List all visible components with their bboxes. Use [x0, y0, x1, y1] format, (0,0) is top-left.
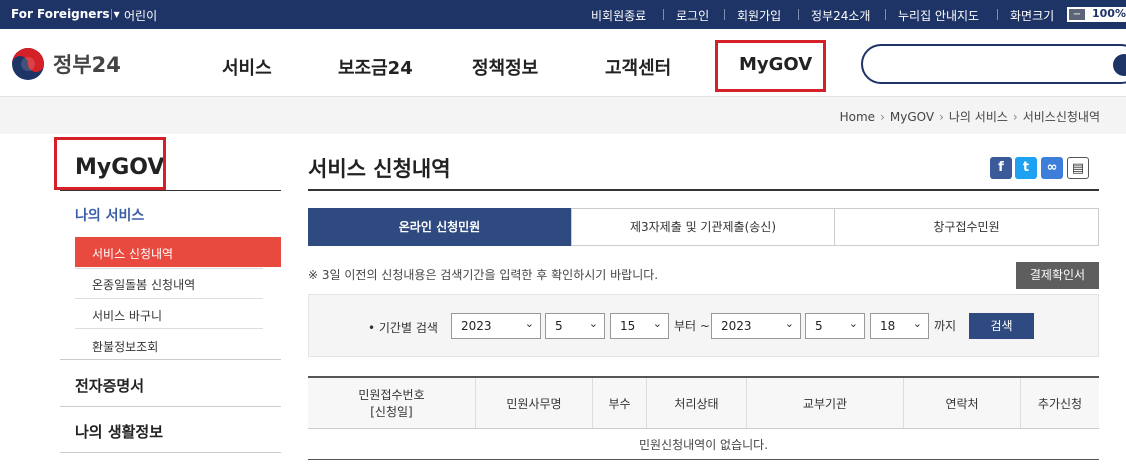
table-bottom-border — [308, 459, 1099, 460]
search-input[interactable] — [861, 44, 1126, 84]
divider — [111, 9, 112, 20]
divider — [75, 268, 263, 269]
breadcrumb-current: 서비스신청내역 — [1022, 110, 1100, 124]
screen-size-label: 화면크기 — [1010, 9, 1055, 23]
divider — [60, 190, 281, 191]
col-receipt-no-label: 민원접수번호 — [358, 388, 425, 402]
breadcrumb-band: Home › MyGOV › 나의 서비스 › 서비스신청내역 — [0, 97, 1126, 134]
top-utility-bar: For Foreigners ▾ 어린이 비회원종료 로그인 회원가입 정부24… — [0, 0, 1126, 29]
signup-link[interactable]: 회원가입 — [737, 7, 781, 24]
to-suffix: 까지 — [934, 319, 957, 333]
zoom-value: 100% — [1092, 7, 1126, 20]
sidebar-item-e-certificate[interactable]: 전자증명서 — [75, 375, 144, 396]
chevron-down-icon: ⌄ — [524, 317, 534, 330]
to-month-select[interactable]: 5 ⌄ — [805, 313, 865, 339]
nav-subsidy[interactable]: 보조금24 — [338, 54, 413, 80]
tab-counter-application[interactable]: 창구접수민원 — [834, 208, 1099, 246]
nav-services[interactable]: 서비스 — [222, 54, 272, 80]
logo-text[interactable]: 정부24 — [53, 49, 121, 79]
col-receipt-no: 민원접수번호 [신청일] — [308, 378, 476, 428]
divider — [663, 9, 664, 20]
divider — [75, 298, 263, 299]
period-search-label: • 기간별 검색 — [368, 321, 438, 335]
divider — [60, 359, 281, 360]
link-icon[interactable]: ∞ — [1041, 157, 1063, 179]
facebook-icon[interactable]: f — [990, 157, 1012, 179]
chevron-down-icon: ⌄ — [784, 317, 794, 330]
to-day-value: 18 — [880, 319, 896, 333]
divider — [724, 9, 725, 20]
col-contact: 연락처 — [904, 378, 1021, 428]
about-link[interactable]: 정부24소개 — [811, 7, 870, 24]
sitemap-link[interactable]: 누리집 안내지도 — [898, 7, 979, 24]
divider — [997, 9, 998, 20]
from-month-value: 5 — [555, 319, 563, 333]
divider — [885, 9, 886, 20]
divider — [308, 189, 1099, 191]
search-button[interactable]: 검색 — [969, 313, 1034, 339]
from-day-value: 15 — [620, 319, 636, 333]
breadcrumb-my-service[interactable]: 나의 서비스 — [949, 108, 1008, 125]
col-service-name: 민원사무명 — [476, 378, 593, 428]
to-month-value: 5 — [815, 319, 823, 333]
breadcrumb: Home › MyGOV › 나의 서비스 › 서비스신청내역 — [840, 108, 1100, 125]
kids-link[interactable]: 어린이 — [124, 7, 157, 24]
to-day-select[interactable]: 18 ⌄ — [870, 313, 929, 339]
sidebar-item-refund[interactable]: 환불정보조회 — [75, 338, 158, 355]
chevron-right-icon: › — [939, 110, 944, 124]
to-year-value: 2023 — [721, 319, 752, 333]
divider — [75, 328, 263, 329]
chevron-right-icon: › — [880, 110, 885, 124]
empty-message: 민원신청내역이 없습니다. — [638, 438, 769, 452]
tab-third-party-submission[interactable]: 제3자제출 및 기관제출(송신) — [571, 208, 835, 246]
from-year-select[interactable]: 2023 ⌄ — [451, 313, 541, 339]
print-icon[interactable]: ▤ — [1067, 157, 1089, 179]
chevron-right-icon: › — [1012, 110, 1018, 124]
from-suffix: 부터 ~ — [674, 319, 710, 333]
col-copies: 부수 — [593, 378, 647, 428]
chevron-down-icon: ⌄ — [848, 317, 858, 330]
divider — [60, 452, 281, 453]
logout-nonmember-link[interactable]: 비회원종료 — [591, 7, 646, 24]
payment-confirmation-button[interactable]: 결제확인서 — [1016, 262, 1099, 289]
col-apply-date-label: [신청일] — [370, 405, 413, 419]
tab-online-application[interactable]: 온라인 신청민원 — [308, 208, 571, 246]
nav-policy[interactable]: 정책정보 — [472, 54, 538, 80]
divider — [60, 406, 281, 407]
main-header: 정부24 서비스 보조금24 정책정보 고객센터 MyGOV — [0, 29, 1126, 97]
col-additional: 추가신청 — [1021, 378, 1099, 428]
chevron-down-icon: ⌄ — [912, 317, 922, 330]
zoom-out-button[interactable]: − — [1069, 9, 1085, 20]
col-status: 처리상태 — [647, 378, 747, 428]
sidebar-item-allday-care[interactable]: 온종일돌봄 신청내역 — [75, 276, 195, 293]
sidebar-item-life-info[interactable]: 나의 생활정보 — [75, 421, 163, 442]
for-foreigners-link[interactable]: For Foreigners ▾ — [11, 7, 120, 21]
nav-customer-center[interactable]: 고객센터 — [605, 54, 671, 80]
highlight-box — [715, 40, 826, 92]
table-header-border — [308, 428, 1099, 429]
to-year-select[interactable]: 2023 ⌄ — [711, 313, 801, 339]
page-title: 서비스 신청내역 — [308, 157, 451, 181]
sidebar-item-service-basket[interactable]: 서비스 바구니 — [75, 307, 162, 324]
sidebar-item-service-history[interactable]: 서비스 신청내역 — [75, 237, 281, 267]
chevron-down-icon: ⌄ — [652, 317, 662, 330]
divider — [798, 9, 799, 20]
from-day-select[interactable]: 15 ⌄ — [610, 313, 669, 339]
chevron-down-icon: ⌄ — [588, 317, 598, 330]
login-link[interactable]: 로그인 — [676, 7, 709, 24]
twitter-icon[interactable]: t — [1015, 157, 1037, 179]
from-month-select[interactable]: 5 ⌄ — [545, 313, 605, 339]
breadcrumb-mygov[interactable]: MyGOV — [890, 110, 934, 124]
from-year-value: 2023 — [461, 319, 492, 333]
highlight-box — [54, 137, 166, 190]
sidebar-group-my-service[interactable]: 나의 서비스 — [75, 205, 144, 225]
breadcrumb-home[interactable]: Home — [840, 110, 875, 124]
notice-text: ※ 3일 이전의 신청내용은 검색기간을 입력한 후 확인하시기 바랍니다. — [308, 268, 659, 282]
col-issuing-agency: 교부기관 — [747, 378, 904, 428]
gov-logo-icon[interactable] — [11, 47, 45, 81]
